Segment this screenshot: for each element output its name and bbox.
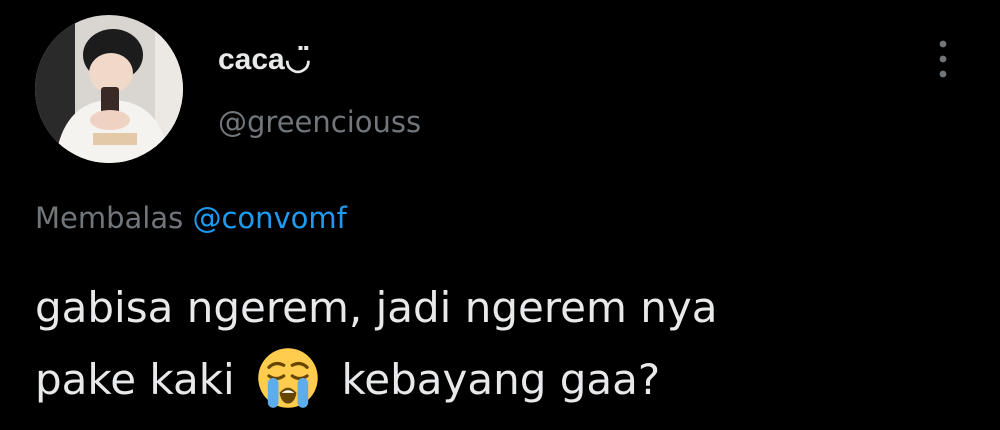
- tweet-text: gabisa ngerem, jadi ngerem nya pake kaki…: [35, 272, 965, 416]
- more-vertical-icon: [939, 40, 947, 78]
- tweet-text-line-1: gabisa ngerem, jadi ngerem nya: [35, 283, 718, 332]
- replying-to: Membalas @convomf: [35, 196, 347, 240]
- display-name[interactable]: caca◡̈: [218, 40, 311, 80]
- tweet-text-before-emoji: pake kaki: [35, 355, 235, 404]
- tweet-card: caca◡̈ @greenciouss Membalas @convomf ga…: [0, 0, 1000, 430]
- avatar[interactable]: [35, 15, 183, 163]
- display-name-text: caca: [218, 43, 285, 76]
- reply-prefix: Membalas: [35, 201, 184, 235]
- reply-mention-link[interactable]: @convomf: [192, 201, 346, 235]
- tweet-text-after-emoji: kebayang gaa?: [341, 355, 661, 404]
- tweet-text-line-2: pake kaki kebayang gaa?: [35, 344, 965, 416]
- smiley-decoration: ◡̈: [284, 43, 311, 76]
- avatar-photo: [35, 15, 183, 163]
- user-handle[interactable]: @greenciouss: [218, 102, 421, 142]
- loudly-crying-face-icon: [258, 347, 318, 408]
- more-options-button[interactable]: [926, 34, 960, 84]
